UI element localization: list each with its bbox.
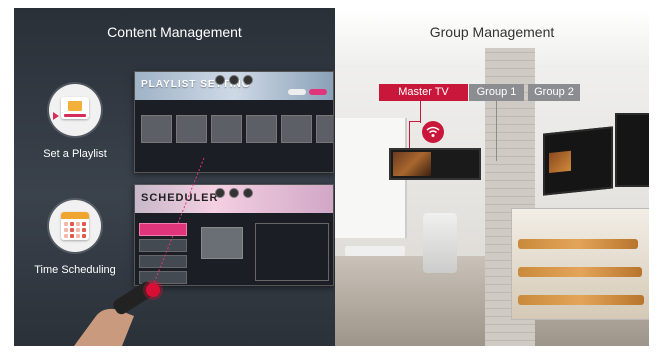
group1-tv-screen (543, 126, 613, 196)
master-connector-line (409, 121, 420, 122)
remote-signal-dot (146, 283, 160, 297)
master-tv-tag: Master TV (379, 84, 468, 101)
wifi-icon (422, 121, 444, 143)
master-connector-line (409, 121, 410, 149)
content-management-panel: Content Management Set a Playlist Time S… (14, 8, 335, 346)
group-management-panel: Group Management Master TV Group 1 Group… (335, 8, 649, 346)
master-tv-screen (389, 148, 481, 180)
group-management-title: Group Management (429, 24, 555, 40)
cafe-table (345, 246, 405, 256)
group2-tv-screen (615, 113, 649, 187)
group2-tag: Group 2 (528, 84, 580, 101)
cafe-chair (423, 213, 457, 273)
connector-lines (151, 157, 205, 289)
feature-illustration: Content Management Set a Playlist Time S… (0, 0, 663, 354)
master-connector-line (420, 101, 421, 123)
bakery-display-case (511, 208, 649, 320)
group1-connector-line (496, 101, 497, 161)
group1-tag: Group 1 (469, 84, 524, 101)
